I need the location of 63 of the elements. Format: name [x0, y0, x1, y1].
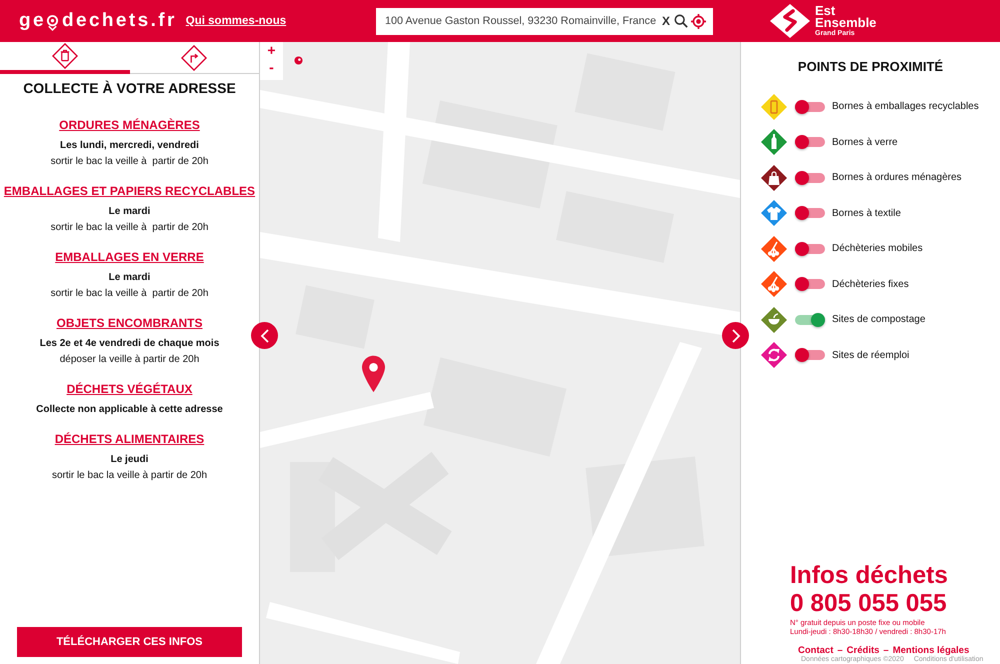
panel-title: POINTS DE PROXIMITÉ	[798, 59, 944, 75]
point-label: Bornes à ordures ménagères	[832, 172, 962, 184]
toggle-switch[interactable]	[795, 277, 825, 292]
instruction-text: sortir le bac la veille à partir de 20h	[52, 469, 208, 483]
instruction-text: déposer la veille à partir de 20h	[60, 353, 200, 367]
schedule-text: Les lundi, mercredi, vendredi	[60, 139, 199, 153]
instruction-text: sortir le bac la veille à partir de 20h	[50, 287, 208, 301]
search-icon[interactable]	[674, 14, 688, 28]
footer-link[interactable]: Crédits	[846, 646, 880, 656]
dot-icon[interactable]	[294, 56, 303, 65]
schedule-text: Les 2e et 4e vendredi de chaque mois	[40, 337, 220, 351]
point-label: Bornes à emballages recyclables	[832, 101, 979, 112]
logo-text: ge	[19, 10, 46, 32]
pin-icon	[46, 14, 59, 30]
schedule-text: Le mardi	[108, 205, 150, 219]
separator-text: –	[883, 646, 889, 656]
search-bar[interactable]: 100 Avenue Gaston Roussel, 93230 Romainville, France X	[376, 8, 713, 34]
locate-icon[interactable]	[691, 14, 706, 28]
about-link[interactable]: Qui sommes-nous	[186, 15, 286, 27]
separator-text: –	[837, 646, 843, 656]
toggle-switch[interactable]	[795, 242, 825, 256]
waste-type-link[interactable]: ORDURES MÉNAGÈRES	[59, 117, 200, 133]
instruction-text: sortir le bac la veille à partir de 20h	[50, 155, 208, 169]
schedule-text: Le mardi	[108, 271, 150, 285]
point-label: Sites de réemploi	[832, 350, 910, 361]
point-label: Déchèteries fixes	[832, 278, 909, 290]
toggle-switch[interactable]	[795, 312, 825, 327]
brand-text: Est	[815, 4, 836, 16]
zoom-out-button[interactable]: -	[265, 59, 278, 76]
footer-link[interactable]: Contact	[798, 646, 834, 656]
download-button[interactable]: TÉLÉCHARGER CES INFOS	[17, 627, 242, 657]
panel-title: COLLECTE À VOTRE ADRESSE	[23, 80, 236, 96]
waste-type-link[interactable]: EMBALLAGES EN VERRE	[55, 249, 204, 265]
tab[interactable]	[0, 42, 130, 74]
waste-type-link[interactable]: EMBALLAGES ET PAPIERS RECYCLABLES	[4, 183, 256, 199]
toggle-switch[interactable]	[795, 348, 825, 362]
instruction-text: sortir le bac la veille à partir de 20h	[50, 221, 208, 235]
schedule-text: Le jeudi	[110, 453, 148, 467]
zoom-in-button[interactable]: +	[263, 42, 280, 59]
hotline-title: Infos déchets	[790, 562, 949, 590]
point-label: Sites de compostage	[832, 314, 926, 326]
toggle-switch[interactable]	[795, 206, 825, 220]
chevron-left-icon	[260, 328, 270, 342]
schedule-text: Collecte non applicable à cette adresse	[36, 403, 223, 417]
point-label: Bornes à textile	[832, 208, 901, 219]
toggle-switch[interactable]	[795, 170, 825, 185]
point-label: Bornes à verre	[832, 136, 898, 148]
footer-link[interactable]: Mentions légales	[892, 646, 970, 656]
diamond-logo-icon	[770, 4, 810, 38]
toggle-switch[interactable]	[795, 100, 825, 114]
clear-button[interactable]: X	[660, 14, 671, 28]
point-label: Déchèteries mobiles	[832, 243, 923, 254]
turn-arrow-icon	[181, 44, 208, 70]
brand-text: Ensemble	[815, 16, 876, 28]
waste-type-link[interactable]: DÉCHETS VÉGÉTAUX	[66, 381, 192, 397]
location-pin-icon	[362, 355, 385, 393]
logo-text: dechets.fr	[62, 10, 177, 32]
chevron-right-icon	[730, 328, 740, 342]
search-field[interactable]: 100 Avenue Gaston Roussel, 93230 Romainville, France	[385, 13, 658, 29]
waste-type-link[interactable]: OBJETS ENCOMBRANTS	[56, 315, 202, 331]
toggle-switch[interactable]	[795, 135, 825, 150]
waste-type-link[interactable]: DÉCHETS ALIMENTAIRES	[54, 431, 204, 447]
phone-number: 0 805 055 055	[790, 590, 948, 618]
